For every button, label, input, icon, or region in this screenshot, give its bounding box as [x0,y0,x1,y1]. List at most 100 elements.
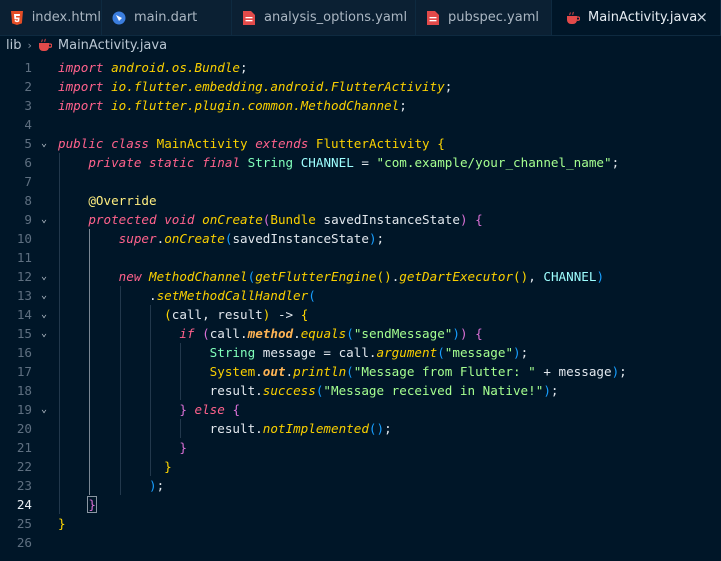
fold-chevron-icon[interactable]: ⌄ [41,324,51,343]
code-text: } [179,440,187,455]
code-line[interactable]: 7 [0,172,721,191]
line-number: 22 [16,459,32,474]
code-text: import android.os.Bundle; [58,60,248,75]
tab-label: main.dart [134,10,198,25]
code-line[interactable]: 6 private static final String CHANNEL = … [0,153,721,172]
line-number: 14 [16,307,32,322]
yaml-icon [426,10,440,25]
code-line[interactable]: 23 ); [0,476,721,495]
fold-chevron-icon[interactable]: ⌄ [41,267,51,286]
line-number: 25 [16,516,32,531]
code-line[interactable]: 9 ⌄ protected void onCreate(Bundle savedI… [0,210,721,229]
code-text: } [164,459,172,474]
chevron-right-icon: › [27,38,32,52]
line-number: 18 [16,383,32,398]
line-number: 2 [24,79,32,94]
code-text: import io.flutter.plugin.common.MethodCh… [58,98,407,113]
line-number: 12 [16,269,32,284]
tab-mainactivity-java[interactable]: MainActivity.java × [552,0,721,35]
code-line[interactable]: 12 ⌄ new MethodChannel(getFlutterEngine()… [0,267,721,286]
code-line[interactable]: 8 @Override [0,191,721,210]
breadcrumb-folder[interactable]: lib [6,38,21,53]
code-line[interactable]: 26 [0,533,721,552]
java-icon [566,11,580,25]
code-line[interactable]: 18 result.success("Message received in N… [0,381,721,400]
code-line[interactable]: 21 } [0,438,721,457]
code-text: .setMethodCallHandler( [58,288,316,303]
code-text: } else { [179,402,241,417]
line-number: 9 [24,212,32,227]
code-line[interactable]: 22 } [0,457,721,476]
code-line[interactable]: 19 ⌄ } else { [0,400,721,419]
code-line[interactable]: 2 import io.flutter.embedding.android.Flu… [0,77,721,96]
code-line[interactable]: 11 [0,248,721,267]
code-line[interactable]: 20 result.notImplemented(); [0,419,721,438]
line-number: 11 [16,250,32,265]
code-text: import io.flutter.embedding.android.Flut… [58,79,453,94]
fold-chevron-icon[interactable]: ⌄ [41,286,51,305]
code-editor[interactable]: 1 import android.os.Bundle; 2 import io.flu… [0,55,721,561]
code-line[interactable]: 15 ⌄ if (call.method.equals("sendMessage"… [0,324,721,343]
line-number: 16 [16,345,32,360]
code-line[interactable]: 5 ⌄ public class MainActivity extends Flut… [0,134,721,153]
code-line[interactable]: 17 System.out.println("Message from Flut… [0,362,721,381]
dart-icon [112,11,126,25]
fold-chevron-icon[interactable]: ⌄ [41,400,51,419]
line-number: 1 [24,60,32,75]
line-number: 24 [16,497,32,512]
line-number: 3 [24,98,32,113]
close-icon[interactable]: × [695,9,708,25]
breadcrumb: lib › MainActivity.java [0,35,721,55]
tab-analysis-options-yaml[interactable]: analysis_options.yaml [232,0,416,35]
code-text: System.out.println("Message from Flutter… [209,364,627,379]
code-line[interactable]: 25} [0,514,721,533]
line-number: 20 [16,421,32,436]
indent-guide [89,248,91,267]
line-number: 4 [24,117,32,132]
line-number: 21 [16,440,32,455]
tab-label: index.html [31,10,101,25]
code-text: @Override [88,193,157,208]
line-number: 23 [16,478,32,493]
code-text: } [58,516,66,531]
code-text: if (call.method.equals("sendMessage")) { [179,326,483,341]
yaml-icon [242,10,256,25]
html5-icon [10,10,24,25]
tab-pubspec-yaml[interactable]: pubspec.yaml [416,0,552,35]
code-line[interactable]: 1 import android.os.Bundle; [0,58,721,77]
code-line[interactable]: 13 ⌄ .setMethodCallHandler( [0,286,721,305]
code-line[interactable]: 10 super.onCreate(savedInstanceState); [0,229,721,248]
indent-guide [59,248,60,267]
code-line[interactable]: 24 } [0,495,721,514]
java-icon [38,38,52,52]
code-line[interactable]: 16 String message = call.argument("messa… [0,343,721,362]
tab-label: MainActivity.java [588,10,698,25]
breadcrumb-file[interactable]: MainActivity.java [58,38,167,53]
tab-main-dart[interactable]: main.dart [102,0,232,35]
fold-chevron-icon[interactable]: ⌄ [41,210,51,229]
tab-index-html[interactable]: index.html [0,0,102,35]
tab-label: analysis_options.yaml [264,10,408,25]
code-text: } [87,496,97,513]
fold-chevron-icon[interactable]: ⌄ [41,134,51,153]
code-text: public class MainActivity extends Flutte… [58,136,445,151]
tab-bar: index.html main.dart analysis_options.ya… [0,0,721,36]
line-number: 15 [16,326,32,341]
line-number: 6 [24,155,32,170]
code-text: String message = call.argument("message"… [209,345,529,360]
fold-chevron-icon[interactable]: ⌄ [41,305,51,324]
indent-guide [59,172,60,191]
code-text: result.success("Message received in Nati… [209,383,559,398]
code-text: private static final String CHANNEL = "c… [88,155,620,170]
line-number: 7 [24,174,32,189]
line-number: 17 [16,364,32,379]
code-line[interactable]: 3 import io.flutter.plugin.common.MethodC… [0,96,721,115]
tab-label: pubspec.yaml [448,10,539,25]
line-number: 13 [16,288,32,303]
code-text: ); [149,478,165,493]
line-number: 8 [24,193,32,208]
line-number: 19 [16,402,32,417]
code-text: new MethodChannel(getFlutterEngine().get… [118,269,605,284]
code-line[interactable]: 4 [0,115,721,134]
code-line[interactable]: 14 ⌄ (call, result) -> { [0,305,721,324]
